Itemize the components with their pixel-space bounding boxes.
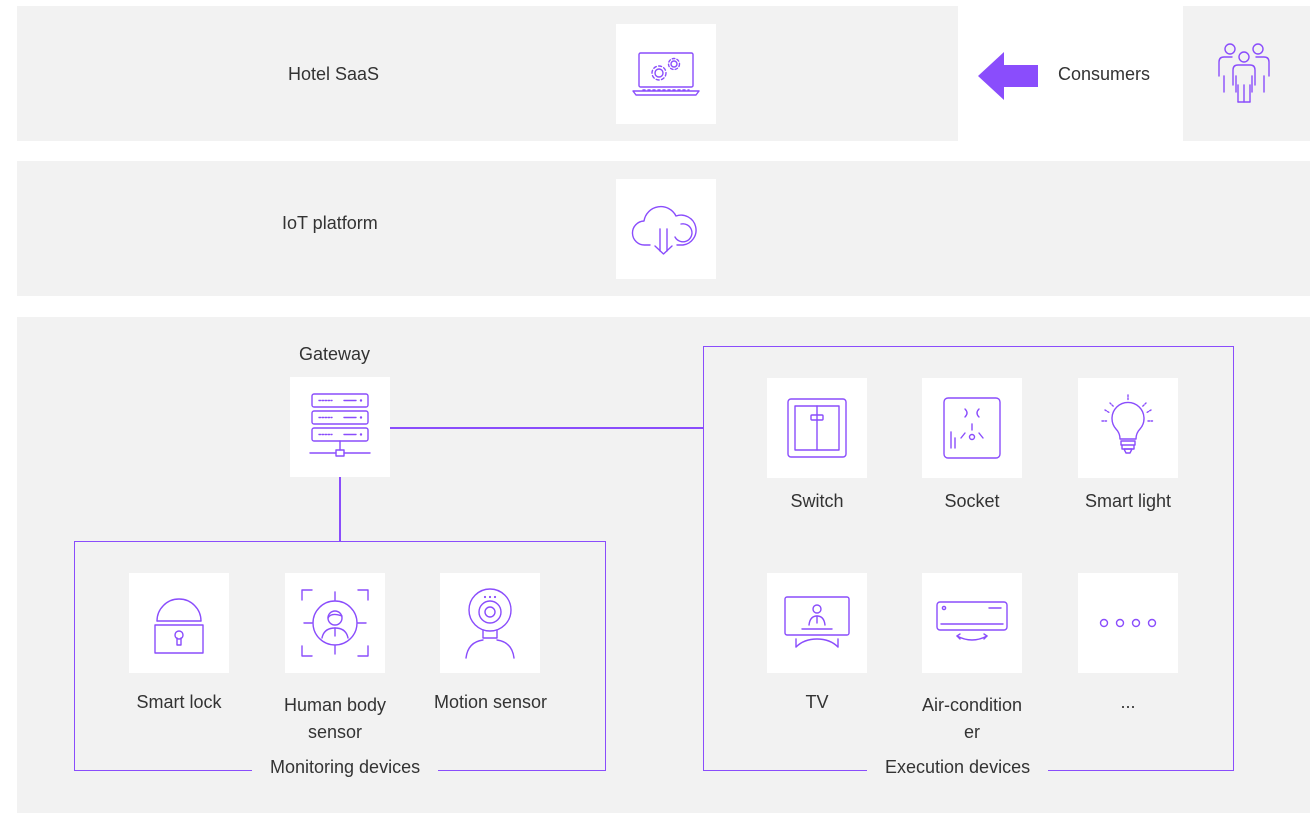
server-rack-icon xyxy=(309,393,371,457)
iot-platform-label: IoT platform xyxy=(282,213,378,233)
execution-devices-caption: Execution devices xyxy=(867,757,1049,778)
switch-tile xyxy=(767,378,867,478)
more-devices-tile xyxy=(1078,573,1178,673)
smart-lock-label: Smart lock xyxy=(136,692,222,712)
smart-light-tile xyxy=(1078,378,1178,478)
motion-sensor-tile xyxy=(440,573,540,673)
arrow-left-icon xyxy=(978,52,1038,100)
tv-label: TV xyxy=(805,692,829,712)
more-dots-icon xyxy=(1099,618,1157,628)
tv-tile xyxy=(767,573,867,673)
laptop-gears-icon xyxy=(632,52,700,96)
padlock-icon xyxy=(154,598,204,654)
consumers-label: Consumers xyxy=(1058,64,1151,84)
monitoring-devices-caption: Monitoring devices xyxy=(252,757,439,778)
socket-tile xyxy=(922,378,1022,478)
motion-sensor-label: Motion sensor xyxy=(433,692,548,712)
cloud-download-icon xyxy=(631,205,697,255)
webcam-icon xyxy=(465,588,515,659)
human-body-sensor-label: Human body sensor xyxy=(283,695,387,742)
human-body-sensor-tile xyxy=(285,573,385,673)
air-conditioner-tile xyxy=(922,573,1022,673)
air-conditioner-icon xyxy=(936,601,1008,641)
power-socket-icon xyxy=(943,397,1001,459)
people-group-icon xyxy=(1218,43,1270,103)
wall-switch-icon xyxy=(787,398,847,458)
socket-label: Socket xyxy=(944,491,1000,511)
hotel-saas-tile xyxy=(616,24,716,124)
gateway-to-execution-line xyxy=(390,427,703,429)
smart-light-label: Smart light xyxy=(1084,491,1172,511)
gateway-tile xyxy=(290,377,390,477)
gateway-to-monitoring-line xyxy=(339,477,341,542)
television-icon xyxy=(784,596,850,648)
hotel-saas-layer xyxy=(17,6,958,141)
gateway-label: Gateway xyxy=(299,344,371,364)
hotel-saas-label: Hotel SaaS xyxy=(288,64,380,84)
more-devices-label: ... xyxy=(1120,692,1136,712)
air-conditioner-label: Air-conditioner xyxy=(921,695,1023,742)
smart-lock-tile xyxy=(129,573,229,673)
iot-platform-tile xyxy=(616,179,716,279)
face-scan-icon xyxy=(301,589,369,657)
light-bulb-icon xyxy=(1101,394,1155,454)
switch-label: Switch xyxy=(790,491,844,511)
